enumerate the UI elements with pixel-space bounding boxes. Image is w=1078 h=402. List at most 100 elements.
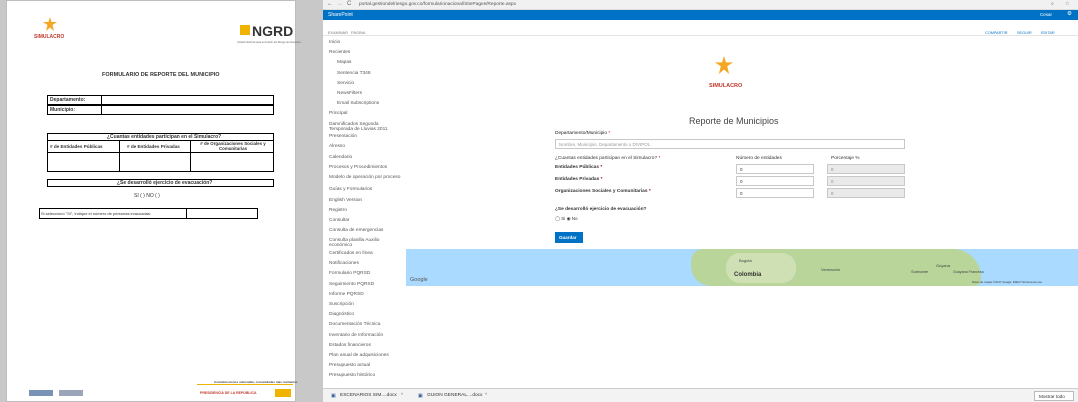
row-social-label: Organizaciones Sociales y Comunitarias * (555, 189, 651, 194)
nav-item[interactable]: Procesos y Procedimientos (329, 165, 387, 170)
document-page: SIMULACRO NGRD Unidad Nacional para la G… (6, 0, 301, 402)
address-bar: ← → C portal.gestiondelriesgo.gov.co/for… (323, 0, 1078, 10)
col-social: # de Organizaciones Sociales y Comunitar… (200, 141, 266, 151)
nav-item[interactable]: Guías y Formularios (329, 187, 372, 192)
nav-item[interactable]: Servicio (337, 81, 354, 86)
nav-item[interactable]: Notificaciones (329, 261, 359, 266)
col-number-header: Número de entidades (736, 156, 782, 161)
forward-icon[interactable]: → (337, 1, 343, 7)
nav-item[interactable]: Formulario PQRSD (329, 271, 370, 276)
nav-item[interactable]: Suscripción (329, 302, 354, 307)
nav-item[interactable]: Diagnóstico (329, 312, 354, 317)
radio-si[interactable]: ◯ Si (555, 216, 565, 221)
user-name[interactable]: Cesar (1040, 12, 1052, 17)
map-label-guyana: Guyana (936, 263, 951, 268)
public-percent-field: 0 (827, 164, 905, 174)
nav-item[interactable]: Inicio (329, 40, 340, 45)
nav-item[interactable]: Certificados en línea (329, 251, 373, 256)
taskbar: ▣ ESCENARIOS SIM....docx ^ ▣ GUION GENER… (323, 388, 1078, 402)
zoom-icon[interactable]: ⌕ (1051, 1, 1054, 7)
nav-item[interactable]: Damnificados Segunda Temporada de Lluvia… (329, 122, 401, 132)
reload-icon[interactable]: C (347, 1, 351, 7)
private-count-input[interactable]: 0 (736, 176, 814, 186)
sharepoint-title[interactable]: SharePoint (328, 12, 353, 18)
nav-item[interactable]: Principal (329, 111, 347, 116)
ngrd-logo: NGRD (252, 23, 294, 39)
edit-button[interactable]: EDITAR (1041, 31, 1055, 35)
row-private-label: Entidades Privadas * (555, 177, 603, 182)
nav-item[interactable]: Informe PQRSD (329, 292, 364, 297)
share-button[interactable]: COMPARTIR (985, 31, 1007, 35)
public-count-input[interactable]: 0 (736, 164, 814, 174)
show-all-button[interactable]: Mostrar todo (1034, 391, 1074, 401)
url-field[interactable]: portal.gestiondelriesgo.gov.co/formulari… (359, 2, 516, 7)
radio-no[interactable]: ◉ No (567, 216, 578, 221)
evacuation-question: ¿Se desarrolló ejercicio de evacuación? (117, 180, 213, 186)
nav-item[interactable]: Consulta de emergencias (329, 228, 383, 233)
settings-gear-icon[interactable]: ⚙ (1067, 11, 1072, 17)
map-label-colombia: Colombia (734, 272, 762, 278)
evacuation-radio-group: ◯ Si ◉ No (555, 216, 578, 222)
nav-item[interactable]: Presupuesto histórico (329, 373, 375, 378)
nav-item[interactable]: Email Subscriptions (337, 101, 379, 106)
dept-municipio-input[interactable]: Nombre, Municipio, Departamento o DIVIPO… (555, 139, 905, 149)
simulacro-logo: SIMULACRO (709, 83, 743, 89)
ngrd-emblem-icon (240, 25, 250, 35)
sharepoint-bar: SharePoint Cesar ⚙ (323, 10, 1078, 20)
nav-item[interactable]: Mapas (337, 60, 351, 65)
nav-item[interactable]: Consultar (329, 218, 350, 223)
evacuation-question: ¿Se desarrolló ejercicio de evacuación? (555, 207, 647, 212)
chevron-up-icon[interactable]: ^ (401, 393, 403, 398)
social-percent-field: 0 (827, 188, 905, 198)
save-button[interactable]: Guardar (555, 232, 583, 243)
nav-item[interactable]: Inventario de Información (329, 333, 383, 338)
private-percent-field: 0 (827, 176, 905, 186)
nav-item[interactable]: English Version (329, 198, 362, 203)
taskbar-item-escenarios[interactable]: ESCENARIOS SIM....docx (340, 393, 397, 398)
social-count-input[interactable]: 0 (736, 188, 814, 198)
footer-presidencia: PRESIDENCIA DE LA REPÚBLICA (200, 391, 257, 395)
map-attribution[interactable]: Datos de mapas ©2017 Google, INEGI Térmi… (972, 280, 1042, 284)
nav-item[interactable]: Seguimiento PQRSD (329, 282, 374, 287)
follow-button[interactable]: SEGUIR (1017, 31, 1032, 35)
map-label-suriname: Suriname (911, 269, 929, 274)
row-public-label: Entidades Públicas * (555, 165, 603, 170)
col-private: # de Entidades Privadas (127, 144, 180, 149)
tab-examinar[interactable]: EXAMINAR (328, 31, 348, 35)
nav-item[interactable]: Plan anual de adquisiciones (329, 353, 389, 358)
back-icon[interactable]: ← (327, 1, 333, 7)
form-title: FORMULARIO DE REPORTE DEL MUNICIPIO (102, 72, 220, 78)
nav-item[interactable]: Documentación Técnica (329, 322, 380, 327)
nav-item[interactable]: Registro (329, 208, 347, 213)
nav-item[interactable]: Sentencia T348 (337, 71, 371, 76)
col-public: # de Entidades Públicas (50, 144, 103, 149)
nav-item[interactable]: Consulta planilla Auxilio económico (329, 238, 401, 248)
simulacro-star-icon (715, 56, 733, 74)
google-logo: Google (410, 277, 428, 283)
nav-item[interactable]: Recientes (329, 50, 350, 55)
taskbar-item-guion[interactable]: GUION GENERAL....docx (427, 393, 482, 398)
nav-item[interactable]: Modelo de operación por proceso (329, 175, 401, 180)
simulacro-logo: SIMULACRO (34, 34, 65, 40)
browser-window: ← → C portal.gestiondelriesgo.gov.co/for… (323, 0, 1078, 402)
nav-item[interactable]: Alresso (329, 144, 345, 149)
evacuated-count-label: Si seleccionó "SI", indique el número de… (41, 211, 152, 216)
page-title: Reporte de Municipios (689, 116, 779, 126)
left-navigation: Inicio Recientes Mapas Sentencia T348 Servic… (323, 36, 408, 388)
nav-item[interactable]: Calendario (329, 155, 352, 160)
map-label-venezuela: Venezuela (821, 267, 840, 272)
footer-logo-1-icon (29, 390, 53, 396)
entities-question: ¿Cuantas entidades participan en el Simu… (555, 156, 661, 161)
nav-item[interactable]: Estados financieros (329, 343, 371, 348)
bookmark-star-icon[interactable]: ☆ (1065, 1, 1069, 7)
nav-item[interactable]: Presentación (329, 134, 357, 139)
chevron-up-icon[interactable]: ^ (485, 393, 487, 398)
yes-no-options: SI ( ) NO ( ) (134, 193, 160, 199)
municipality-label: Municipio: (50, 107, 75, 113)
tab-pagina[interactable]: PÁGINA (351, 31, 365, 35)
word-doc-icon: ▣ (331, 393, 336, 399)
map-label-bogota: Bogotá (739, 258, 752, 263)
nav-item[interactable]: NewsFilters (337, 91, 362, 96)
nav-item[interactable]: Presupuesto actual (329, 363, 370, 368)
map-view[interactable]: Bogotá Colombia Guyana Suriname Guayana … (406, 249, 1078, 286)
